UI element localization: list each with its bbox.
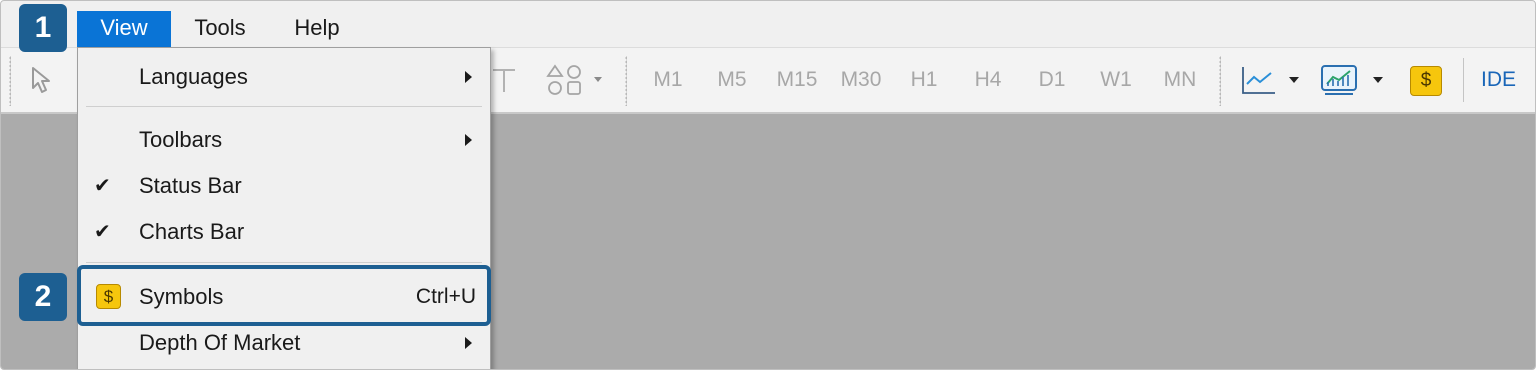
text-tool-icon[interactable] bbox=[489, 64, 519, 96]
timeframe-m1[interactable]: M1 bbox=[643, 65, 693, 95]
checkmark-icon: ✔ bbox=[94, 175, 111, 197]
timeframe-m30[interactable]: M30 bbox=[835, 65, 887, 95]
menu-item-label: Charts Bar bbox=[139, 219, 245, 244]
toolbar-grip[interactable] bbox=[9, 56, 11, 106]
step-badge-2: 2 bbox=[19, 273, 67, 321]
submenu-arrow-icon bbox=[465, 71, 472, 83]
cursor-icon[interactable] bbox=[29, 64, 59, 96]
timeframe-m15[interactable]: M15 bbox=[771, 65, 823, 95]
menu-separator bbox=[86, 262, 482, 263]
menu-item-toolbars[interactable]: Toolbars bbox=[78, 118, 490, 162]
line-chart-icon[interactable] bbox=[1239, 64, 1305, 96]
ide-button[interactable]: IDE bbox=[1481, 65, 1516, 95]
menu-item-label: Status Bar bbox=[139, 173, 242, 198]
toolbar-grip[interactable] bbox=[1219, 56, 1221, 106]
timeframe-h4[interactable]: H4 bbox=[963, 65, 1013, 95]
checkmark-icon: ✔ bbox=[94, 221, 111, 243]
menu-tools[interactable]: Tools bbox=[179, 11, 261, 47]
timeframe-d1[interactable]: D1 bbox=[1027, 65, 1077, 95]
shapes-icon[interactable] bbox=[543, 64, 609, 96]
chart-template-icon[interactable] bbox=[1319, 64, 1389, 96]
toolbar-grip[interactable] bbox=[625, 56, 627, 106]
timeframe-m5[interactable]: M5 bbox=[707, 65, 757, 95]
symbols-highlight-box bbox=[77, 265, 491, 326]
menu-item-charts-bar[interactable]: ✔ Charts Bar bbox=[78, 210, 490, 254]
menu-separator bbox=[86, 106, 482, 107]
menu-item-status-bar[interactable]: ✔ Status Bar bbox=[78, 164, 490, 208]
timeframe-w1[interactable]: W1 bbox=[1091, 65, 1141, 95]
toolbar-separator bbox=[1463, 58, 1464, 102]
step-badge-1: 1 bbox=[19, 4, 67, 52]
menu-help[interactable]: Help bbox=[281, 11, 353, 47]
menu-item-depth-of-market[interactable]: Depth Of Market bbox=[78, 321, 490, 365]
menu-view[interactable]: View bbox=[77, 11, 171, 47]
menu-item-languages[interactable]: Languages bbox=[78, 55, 490, 99]
menu-bar: View Tools Help bbox=[1, 11, 1535, 48]
menu-item-label: Languages bbox=[139, 64, 248, 89]
menu-item-label: Toolbars bbox=[139, 127, 223, 152]
menu-item-label: Depth Of Market bbox=[139, 330, 301, 355]
timeframe-h1[interactable]: H1 bbox=[899, 65, 949, 95]
timeframe-mn[interactable]: MN bbox=[1155, 65, 1205, 95]
symbols-icon[interactable]: $ bbox=[1410, 66, 1442, 96]
app-window: View Tools Help M1 M5 M15 M30 H1 H4 D1 W… bbox=[0, 0, 1536, 370]
submenu-arrow-icon bbox=[465, 337, 472, 349]
submenu-arrow-icon bbox=[465, 134, 472, 146]
